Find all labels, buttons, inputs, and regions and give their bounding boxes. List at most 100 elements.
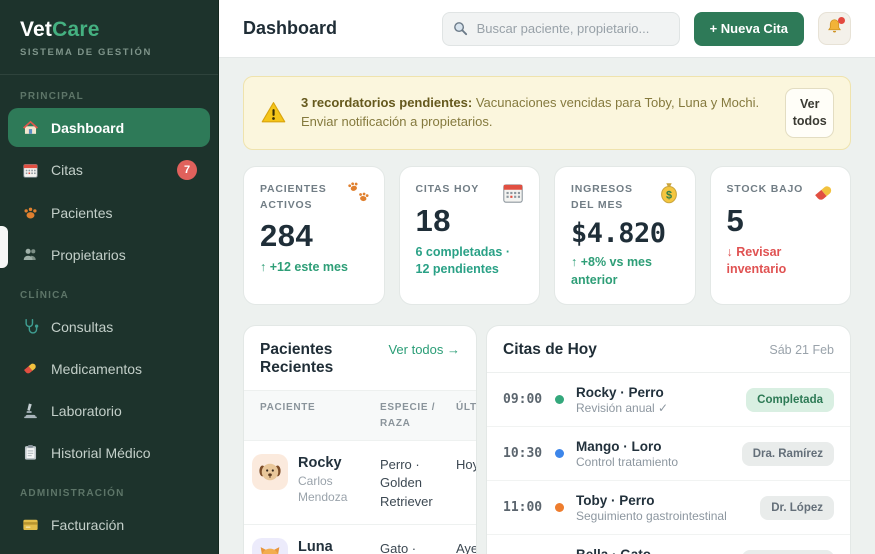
appointment-patient: Mango · Loro (576, 438, 662, 454)
appointment-row-1100[interactable]: 11:00 Toby · Perro Seguimiento gastroint… (487, 481, 850, 536)
brand-tagline: SISTEMA DE GESTIÓN (20, 47, 152, 58)
doctor-badge: Dra. Ramírez (741, 441, 834, 466)
column-paciente: PACIENTE (260, 402, 316, 414)
patient-name: Luna (298, 538, 333, 554)
dashboard-content: 3 recordatorios pendientes: Vacunaciones… (219, 58, 875, 554)
patient-species: Perro · Golden Retriever (380, 457, 433, 509)
sidebar-item-label: Pacientes (51, 204, 113, 221)
sidebar-item-laboratorio[interactable]: Laboratorio (8, 391, 210, 430)
sidebar-item-citas[interactable]: Citas 7 (8, 150, 210, 190)
sidebar-item-dashboard[interactable]: Dashboard (8, 108, 210, 147)
status-dot (555, 395, 564, 405)
stats-grid: PACIENTES ACTIVOS 284 ↑ +12 este mes CIT… (243, 165, 851, 306)
search-icon (452, 20, 469, 37)
stat-card-citas-hoy: CITAS HOY 18 6 completadas · 12 pendient… (398, 165, 540, 306)
warning-icon (260, 99, 287, 126)
stat-value: $4.820 (571, 218, 666, 250)
stat-card-pacientes-activos: PACIENTES ACTIVOS 284 ↑ +12 este mes (243, 165, 385, 306)
sidebar-item-label: Medicamentos (51, 360, 143, 377)
stat-label: INGRESOS DEL MES (571, 182, 633, 211)
sidebar-item-label: Laboratorio (51, 402, 122, 419)
search-input[interactable] (441, 11, 680, 46)
appointment-desc: Seguimiento gastrointestinal (576, 508, 727, 523)
stethoscope-icon (21, 317, 40, 336)
microscope-icon (21, 401, 40, 420)
paw-icon (21, 203, 40, 222)
recent-patients-panel: Pacientes Recientes Ver todos → PACIENTE… (243, 325, 477, 554)
doctor-badge: Dr. López (760, 495, 834, 520)
status-badge: Completada (746, 387, 834, 412)
ver-todos-alert-button[interactable]: Ver todos (785, 88, 834, 138)
patient-row-luna[interactable]: Luna Ana García Gato · Persa Ayer 14:30 (244, 525, 476, 554)
sidebar-item-pacientes[interactable]: Pacientes (8, 193, 210, 232)
appointment-patient: Toby · Perro (576, 492, 655, 508)
stat-sub: ↓ Revisar inventario (726, 244, 787, 277)
appointment-row-1215[interactable]: 12:15 Bella · Gato Esterilización Dra. R… (487, 535, 850, 554)
sidebar-section-principal: PRINCIPAL (20, 91, 84, 102)
sidebar-item-label: Facturación (51, 516, 125, 533)
brand-logo: VetCare (20, 18, 198, 42)
doctor-badge: Dra. Ramírez (741, 549, 834, 554)
new-cita-button[interactable]: + Nueva Cita (693, 11, 804, 46)
appointment-row-1030[interactable]: 10:30 Mango · Loro Control tratamiento D… (487, 427, 850, 482)
stat-value: 284 (260, 218, 314, 254)
sidebar-item-consultas[interactable]: Consultas (8, 307, 210, 346)
sidebar-item-historial[interactable]: Historial Médico (8, 433, 210, 472)
appointment-time: 11:00 (503, 500, 543, 516)
recent-patients-title: Pacientes Recientes (260, 341, 334, 377)
appointment-time: 10:30 (503, 446, 543, 462)
appointment-row-0900[interactable]: 09:00 Rocky · Perro Revisión anual ✓ Com… (487, 373, 850, 428)
sidebar-item-label: Historial Médico (51, 444, 151, 461)
appointment-desc: Control tratamiento (576, 454, 679, 469)
pill-icon (21, 359, 40, 378)
appointment-time: 09:00 (503, 392, 543, 408)
status-dot (555, 449, 564, 459)
sidebar-item-medicamentos[interactable]: Medicamentos (8, 349, 210, 388)
patient-last-visit: Ayer 14:30 (456, 540, 476, 554)
sidebar-item-label: Consultas (51, 318, 114, 335)
sidebar-item-propietarios[interactable]: Propietarios (8, 235, 210, 274)
stat-sub: ↑ +8% vs mes anterior (571, 255, 652, 287)
stat-sub: 6 completadas · 12 pendientes (415, 244, 510, 277)
brand-vet: Vet (20, 18, 53, 41)
column-especie-raza: ESPECIE / RAZA (380, 402, 436, 429)
sidebar-item-label: Propietarios (51, 246, 126, 263)
today-appointments-panel: Citas de Hoy Sáb 21 Feb 09:00 Rocky · Pe… (486, 325, 851, 554)
sidebar: VetCare SISTEMA DE GESTIÓN PRINCIPAL Das… (0, 0, 219, 554)
patient-row-rocky[interactable]: Rocky Carlos Mendoza Perro · Golden Retr… (244, 441, 477, 525)
notification-dot (838, 17, 845, 24)
appointment-patient: Bella · Gato (576, 547, 742, 554)
clipboard-icon (21, 443, 40, 462)
main-area: Dashboard + Nueva Cita 3 recordatorios p… (219, 0, 875, 554)
stat-value: 18 (415, 202, 451, 238)
svg-text:$: $ (665, 189, 671, 201)
search-wrap (441, 11, 680, 46)
calendar-icon (500, 180, 526, 206)
status-dot (555, 503, 564, 513)
stat-value: 5 (726, 202, 745, 238)
page-title: Dashboard (243, 18, 338, 38)
sidebar-scrollbar-thumb[interactable] (0, 226, 8, 268)
home-icon (21, 118, 40, 137)
stat-card-stock-bajo: STOCK BAJO 5 ↓ Revisar inventario (709, 165, 851, 306)
sidebar-item-label: Citas (51, 162, 83, 178)
stat-sub: ↑ +12 este mes (260, 260, 348, 275)
appointments-title: Citas de Hoy (503, 341, 597, 359)
sidebar-item-facturacion[interactable]: Facturación (8, 505, 210, 544)
credit-card-icon (21, 515, 40, 534)
dog-face-icon (252, 454, 288, 491)
pill-icon (811, 180, 837, 206)
appointment-patient: Rocky · Perro (576, 384, 664, 400)
brand-care: Care (52, 18, 100, 41)
citas-count-badge: 7 (177, 160, 197, 180)
money-bag-icon: $ (656, 180, 682, 206)
notifications-button[interactable] (818, 12, 851, 45)
stat-label: STOCK BAJO (726, 182, 804, 195)
ver-todos-patients-link[interactable]: Ver todos → (388, 342, 460, 357)
sidebar-section-administracion: ADMINISTRACIÓN (20, 488, 125, 499)
patient-last-visit: Hoy (09:00) (456, 457, 477, 473)
logo-block: VetCare SISTEMA DE GESTIÓN (0, 0, 218, 75)
sidebar-section-clinica: CLÍNICA (20, 290, 69, 301)
column-ultima-visita: ÚLTIMA VISITA (456, 402, 477, 414)
sidebar-item-label: Dashboard (51, 119, 125, 136)
